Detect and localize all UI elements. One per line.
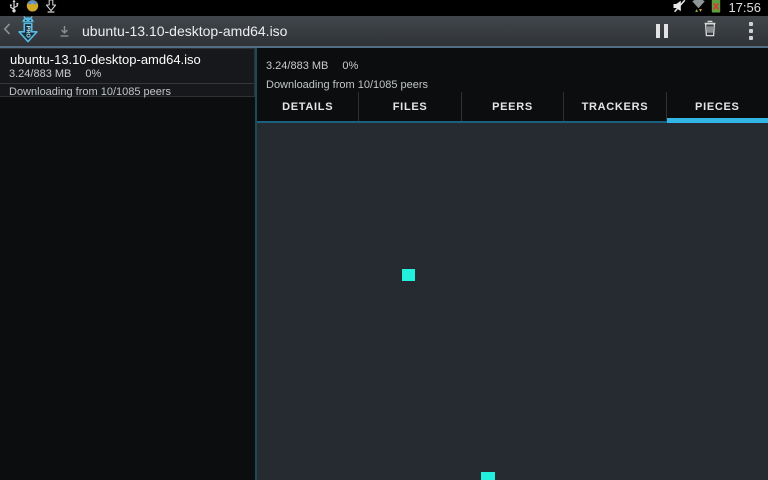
tab-details[interactable]: DETAILS: [257, 92, 358, 121]
torrent-size-progress: 3.24/883 MB: [9, 68, 71, 80]
action-bar: PRO ubuntu-13.10-desktop-amd64.iso: [0, 16, 768, 48]
tab-label: DETAILS: [282, 101, 333, 113]
tab-label: FILES: [393, 101, 428, 113]
tab-label: PEERS: [492, 101, 533, 113]
overflow-menu-button[interactable]: [734, 16, 768, 46]
tab-label: PIECES: [695, 101, 740, 113]
app-window: { "colors": { "accent": "#33b5e5", "piec…: [0, 0, 768, 480]
detail-status: Downloading from 10/1085 peers: [266, 79, 768, 91]
tab-pieces[interactable]: PIECES: [666, 92, 768, 121]
download-arrow-icon: [57, 24, 72, 39]
detail-size-progress: 3.24/883 MB: [266, 60, 328, 72]
torrent-name: ubuntu-13.10-desktop-amd64.iso: [0, 49, 254, 67]
wifi-icon: [691, 0, 706, 18]
delete-button[interactable]: [686, 16, 734, 46]
tab-trackers[interactable]: TRACKERS: [563, 92, 665, 121]
tab-peers[interactable]: PEERS: [461, 92, 563, 121]
tab-strip: DETAILS FILES PEERS TRACKERS PIECES: [257, 92, 768, 123]
pause-button[interactable]: [638, 16, 686, 46]
mute-icon: [672, 0, 686, 18]
action-bar-title: ubuntu-13.10-desktop-amd64.iso: [82, 23, 287, 39]
detail-percent: 0%: [342, 60, 358, 72]
svg-text:PRO: PRO: [24, 25, 30, 38]
download-notification-icon: [45, 0, 57, 18]
detail-header: 3.24/883 MB 0% Downloading from 10/1085 …: [257, 48, 768, 91]
clock: 17:56: [726, 0, 764, 16]
torrent-status: Downloading from 10/1085 peers: [0, 84, 254, 98]
detail-progress-row: 3.24/883 MB 0%: [266, 60, 768, 72]
trash-icon: [702, 20, 718, 42]
app-icon: PRO: [13, 14, 43, 49]
overflow-icon: [749, 22, 753, 40]
tab-label: TRACKERS: [582, 101, 649, 113]
piece-block: [481, 472, 495, 480]
tab-files[interactable]: FILES: [358, 92, 460, 121]
piece-block: [402, 269, 415, 281]
torrent-list-panel: ubuntu-13.10-desktop-amd64.iso 3.24/883 …: [0, 48, 255, 480]
content: ubuntu-13.10-desktop-amd64.iso 3.24/883 …: [0, 48, 768, 480]
torrent-percent: 0%: [85, 68, 101, 80]
torrent-progress-row: 3.24/883 MB 0%: [0, 67, 254, 82]
pause-icon: [656, 24, 668, 38]
detail-panel: 3.24/883 MB 0% Downloading from 10/1085 …: [257, 48, 768, 480]
status-bar[interactable]: 17:56: [0, 0, 768, 16]
up-button[interactable]: PRO: [0, 16, 47, 46]
pieces-grid: [257, 123, 768, 480]
back-chevron-icon: [3, 21, 11, 42]
torrent-list-item[interactable]: ubuntu-13.10-desktop-amd64.iso 3.24/883 …: [0, 48, 255, 97]
action-bar-actions: [638, 16, 768, 46]
